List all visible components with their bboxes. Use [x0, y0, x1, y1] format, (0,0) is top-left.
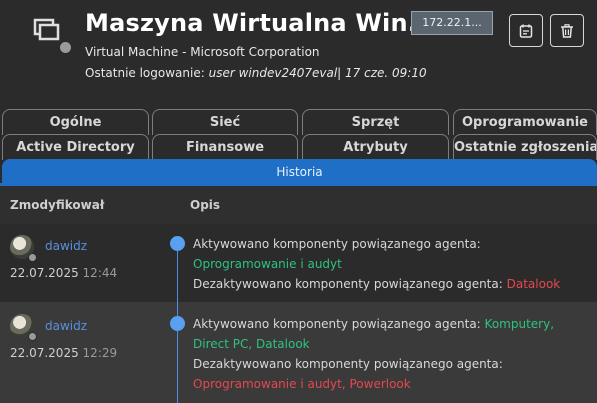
virtual-machine-icon: [33, 18, 60, 41]
page-title: Maszyna Wirtualna Win...: [85, 9, 436, 37]
column-description: Opis: [190, 198, 221, 212]
tab-sprzet[interactable]: Sprzęt: [302, 109, 449, 135]
last-login-user: user windev2407eval: [208, 66, 338, 80]
tab-atrybuty[interactable]: Atrybuty: [302, 134, 449, 160]
entry-time: 12:44: [82, 266, 118, 280]
tab-oprogramowanie[interactable]: Oprogramowanie: [453, 109, 597, 135]
history-row: dawidz 22.07.2025 12:44 Aktywowano kompo…: [0, 224, 597, 302]
activated-line: Aktywowano komponenty powiązanego agenta…: [193, 314, 554, 334]
tab-siec[interactable]: Sieć: [152, 109, 298, 135]
user-status-dot: [28, 253, 37, 262]
deactivated-components: Datalook: [506, 277, 561, 291]
last-login-info: Ostatnie logowanie: user windev2407eval|…: [85, 66, 427, 80]
deactivated-text: Dezaktywowano komponenty powiązanego age…: [193, 277, 503, 291]
history-table-header: Zmodyfikował Opis: [0, 186, 597, 224]
tab-historia[interactable]: Historia: [2, 159, 597, 183]
column-modified-by: Zmodyfikował: [10, 198, 105, 212]
calendar-button[interactable]: [509, 14, 543, 47]
calendar-icon: [519, 24, 533, 38]
activated-components: Oprogramowanie i audyt: [193, 257, 342, 271]
last-login-label: Ostatnie logowanie:: [85, 66, 205, 80]
activated-components-cont: Direct PC, Datalook: [193, 337, 310, 351]
history-row: dawidz 22.07.2025 12:29 Aktywowano kompo…: [0, 302, 597, 403]
tab-finansowe[interactable]: Finansowe: [152, 134, 298, 160]
device-header: Maszyna Wirtualna Win... Virtual Machine…: [0, 0, 597, 108]
entry-date: 22.07.2025 12:44: [10, 266, 117, 280]
ip-address-field[interactable]: 172.22.1...: [411, 11, 493, 35]
entry-day: 22.07.2025: [10, 266, 79, 280]
user-link[interactable]: dawidz: [45, 239, 87, 253]
activated-text: Aktywowano komponenty powiązanego agenta…: [193, 317, 481, 331]
tab-ostatnie-zgloszenia[interactable]: Ostatnie zgłoszenia: [453, 134, 597, 160]
tab-bar: Ogólne Sieć Sprzęt Oprogramowanie Active…: [0, 108, 597, 186]
activated-components: Komputery,: [484, 317, 555, 331]
deactivated-text: Dezaktywowano komponenty powiązanego age…: [193, 357, 503, 371]
user-link[interactable]: dawidz: [45, 319, 87, 333]
entry-date: 22.07.2025 12:29: [10, 346, 117, 360]
user-status-dot: [28, 332, 37, 341]
trash-icon: [561, 23, 573, 38]
tab-ogolne[interactable]: Ogólne: [2, 109, 149, 135]
deactivated-components: Oprogramowanie i audyt, Powerlook: [193, 377, 411, 391]
status-indicator: [58, 40, 73, 55]
entry-description: Aktywowano komponenty powiązanego agenta…: [193, 314, 554, 394]
tab-active-directory[interactable]: Active Directory: [2, 134, 149, 160]
entry-time: 12:29: [82, 346, 118, 360]
entry-description: Aktywowano komponenty powiązanego agenta…: [193, 234, 560, 294]
timeline-dot: [170, 236, 185, 251]
activated-text: Aktywowano komponenty powiązanego agenta…: [193, 237, 481, 251]
timeline-dot: [170, 316, 185, 331]
entry-day: 22.07.2025: [10, 346, 79, 360]
deactivated-line: Dezaktywowano komponenty powiązanego age…: [193, 274, 560, 294]
delete-button[interactable]: [550, 14, 584, 47]
device-subtitle: Virtual Machine - Microsoft Corporation: [85, 45, 320, 59]
last-login-date: | 17 cze. 09:10: [337, 66, 427, 80]
